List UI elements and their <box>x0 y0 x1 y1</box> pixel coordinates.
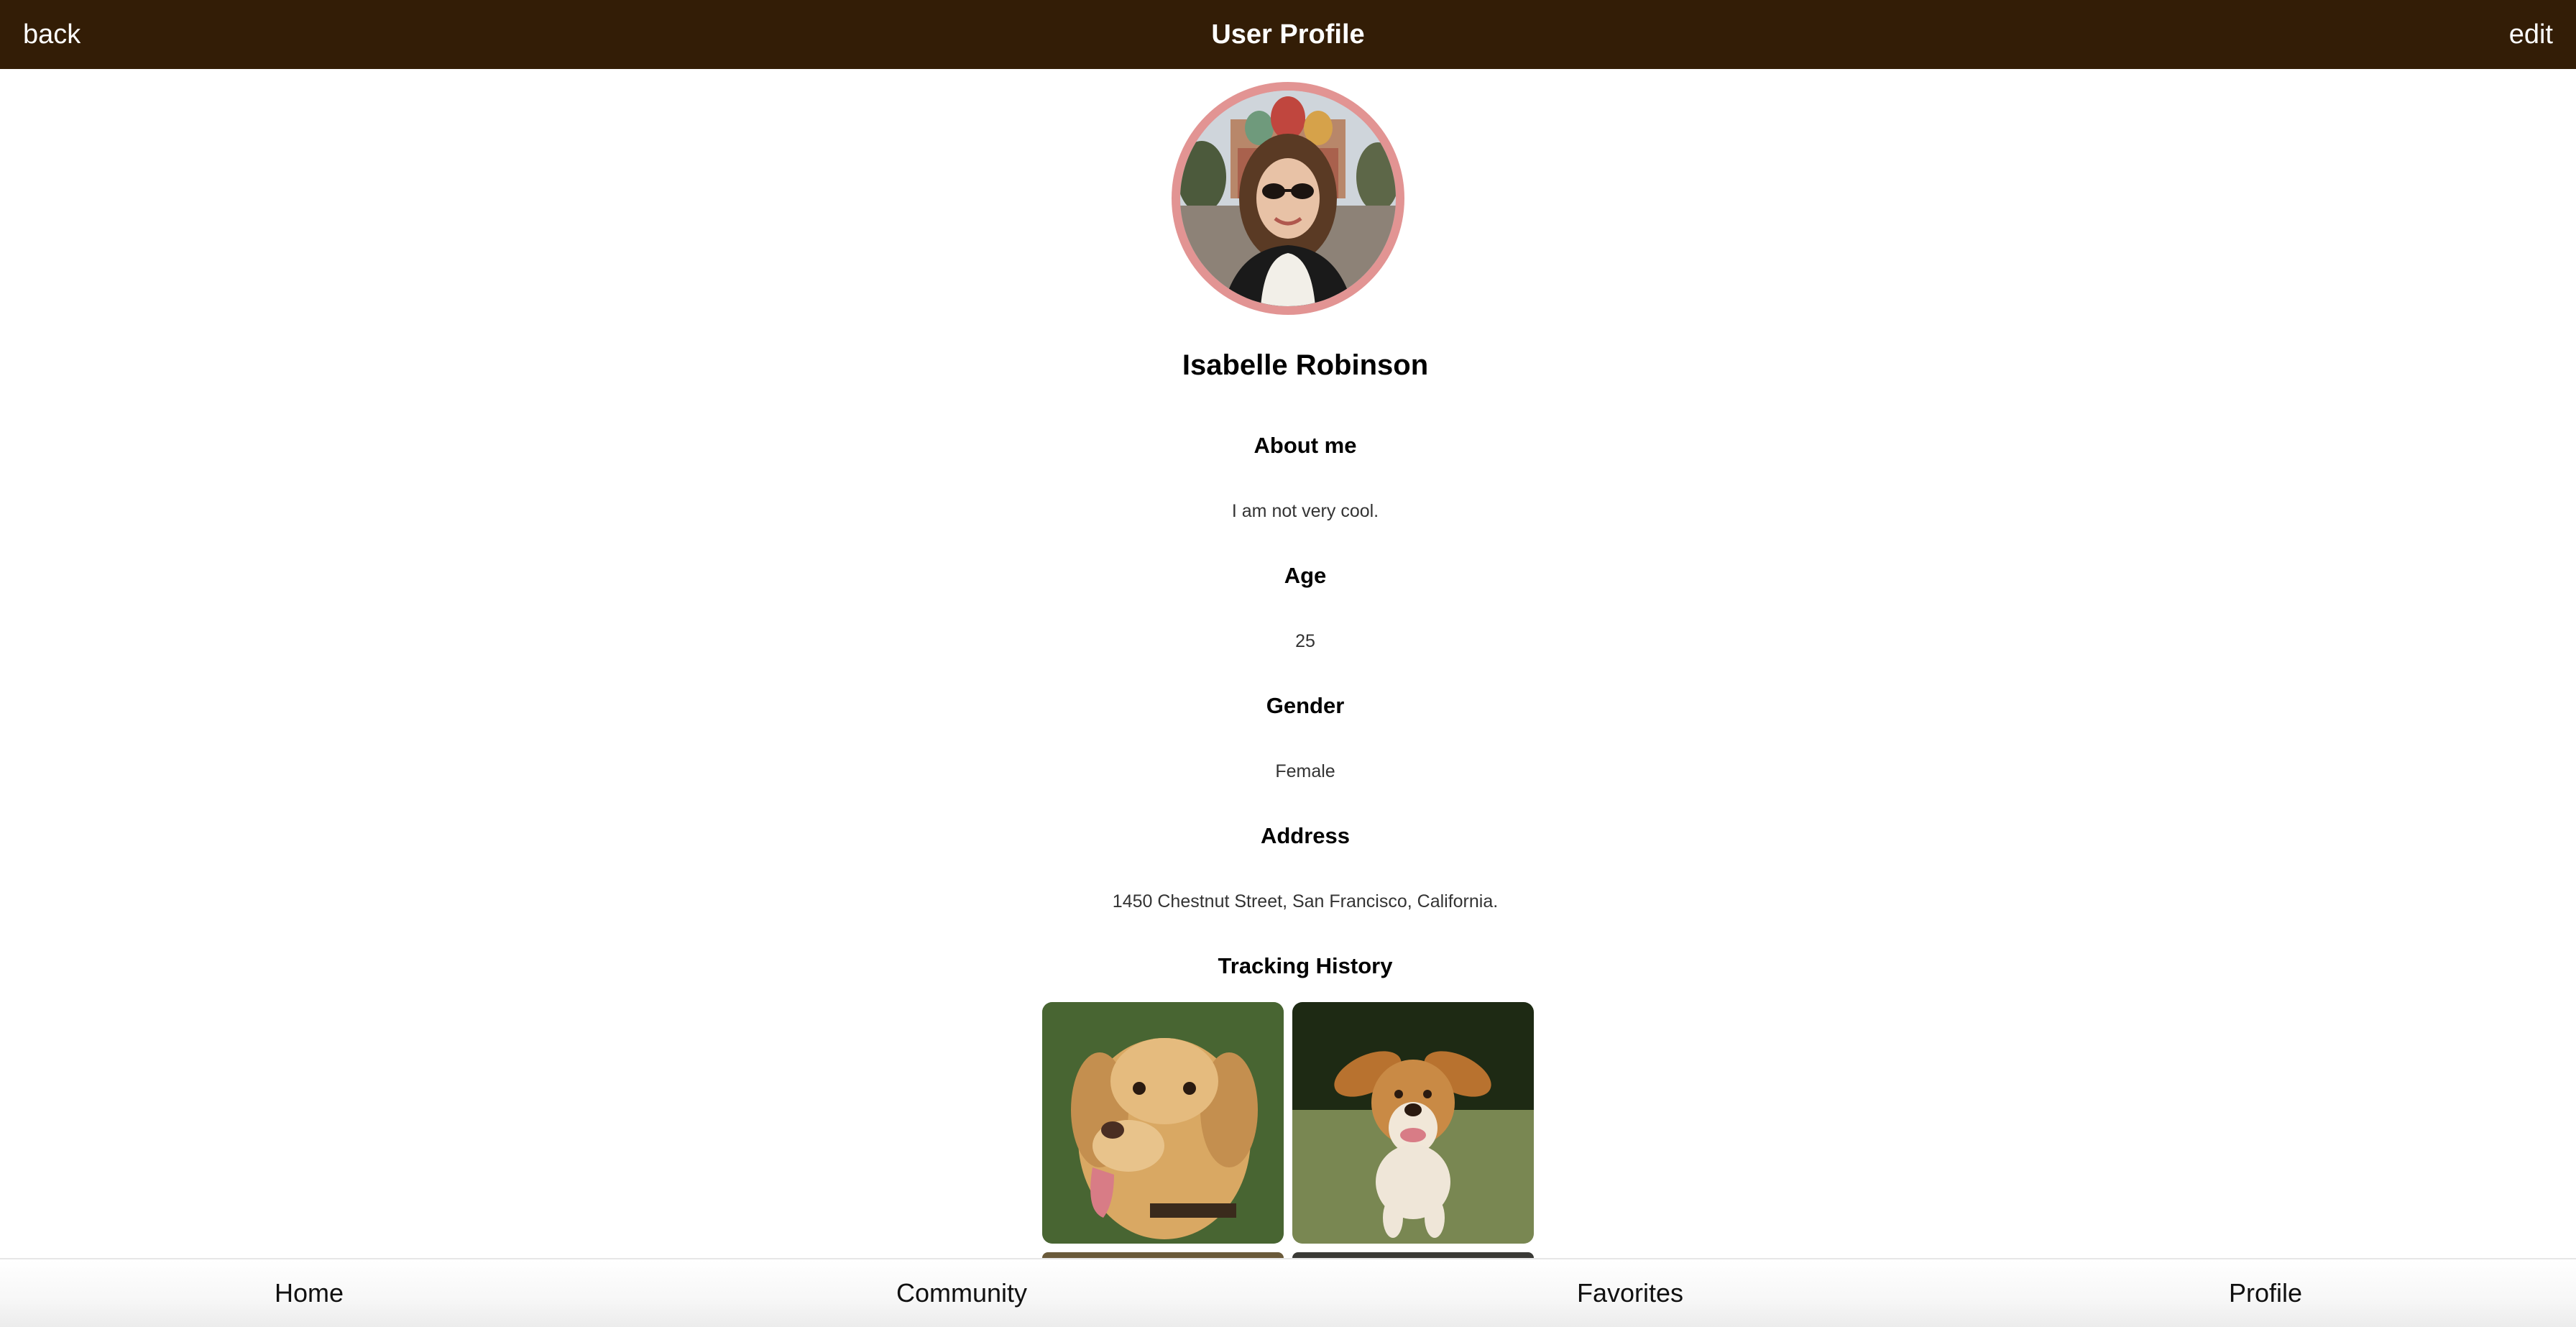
page-title: User Profile <box>1211 19 1365 50</box>
tracking-history-item[interactable] <box>1292 1002 1534 1244</box>
gender-label: Gender <box>1266 693 1345 718</box>
address-value: 1450 Chestnut Street, San Francisco, Cal… <box>1112 891 1499 912</box>
nav-profile[interactable]: Profile <box>2122 1259 2409 1327</box>
top-app-bar: back User Profile edit <box>0 0 2576 69</box>
edit-button[interactable]: edit <box>2509 0 2553 69</box>
user-profile-page: back User Profile edit Isabelle Robinson… <box>0 0 2576 1327</box>
address-label: Address <box>1260 823 1351 848</box>
age-label: Age <box>1284 563 1327 588</box>
gender-value: Female <box>1275 761 1335 781</box>
avatar-photo <box>1180 91 1396 306</box>
age-value: 25 <box>1295 631 1315 651</box>
nav-home[interactable]: Home <box>165 1259 453 1327</box>
user-name: Isabelle Robinson <box>1182 349 1429 381</box>
dog-photo <box>1292 1002 1534 1244</box>
bottom-navigation: Home Community Favorites Profile <box>0 1258 2576 1327</box>
tracking-history-title: Tracking History <box>1218 953 1393 978</box>
tracking-history-item[interactable] <box>1042 1002 1284 1244</box>
dog-photo <box>1042 1002 1284 1244</box>
about-me-value: I am not very cool. <box>1231 501 1379 521</box>
avatar-ring <box>1172 82 1404 315</box>
avatar[interactable] <box>1180 91 1396 306</box>
nav-favorites[interactable]: Favorites <box>1486 1259 1774 1327</box>
nav-community[interactable]: Community <box>818 1259 1105 1327</box>
about-me-label: About me <box>1254 433 1357 458</box>
